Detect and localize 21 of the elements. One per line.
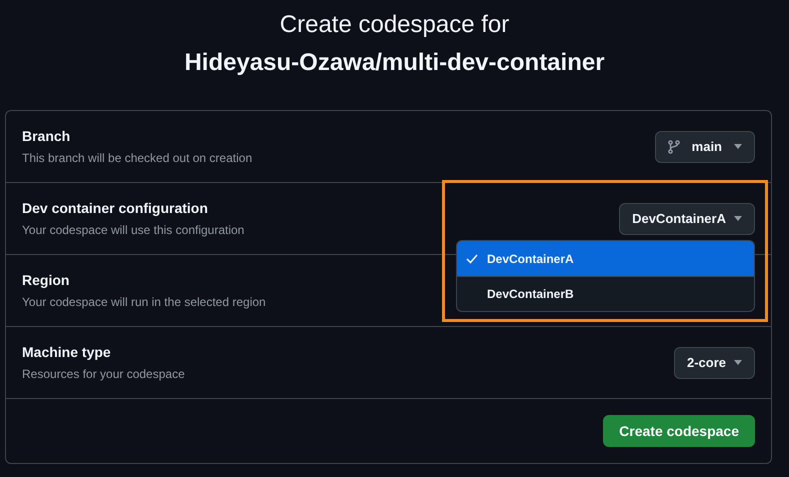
menu-item[interactable]: DevContainerB xyxy=(457,276,754,311)
select-dropdown[interactable]: DevContainerA xyxy=(619,202,755,234)
setting-title: Machine type xyxy=(22,343,112,362)
setting-title: Branch xyxy=(22,127,72,146)
setting-description: Resources for your codespace xyxy=(22,366,185,383)
branch-dropdown[interactable]: main xyxy=(654,130,755,162)
page-title: Create codespace for xyxy=(280,10,510,40)
caret-icon xyxy=(734,216,742,221)
setting-description: This branch will be checked out on creation xyxy=(22,150,252,167)
branch-icon xyxy=(668,140,680,154)
setting-title: Dev container configuration xyxy=(22,199,209,218)
repository-name: Hideyasu-Ozawa/multi-dev-container xyxy=(184,48,605,78)
setting-description: Your codespace will use this configuration xyxy=(22,222,244,239)
setting-title: Region xyxy=(22,271,70,290)
menu-item[interactable]: DevContainerA xyxy=(457,241,754,276)
caret-icon xyxy=(734,360,742,365)
select-dropdown[interactable]: 2-core xyxy=(674,346,755,378)
check-icon xyxy=(466,254,478,264)
create-codespace-button[interactable]: Create codespace xyxy=(603,415,755,447)
setting-description: Your codespace will run in the selected region xyxy=(22,294,266,311)
caret-icon xyxy=(734,144,742,149)
